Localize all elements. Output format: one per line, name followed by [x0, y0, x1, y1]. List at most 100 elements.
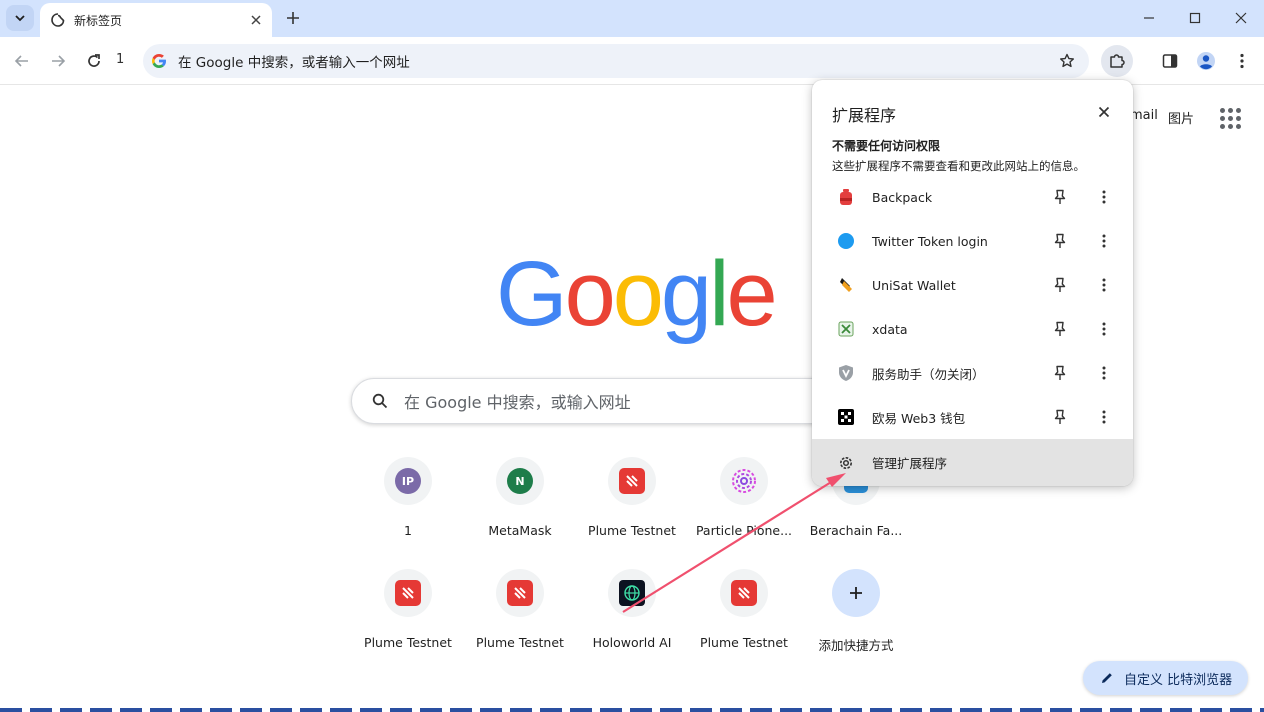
extension-row-service-helper[interactable]: 服务助手（勿关闭）	[812, 351, 1133, 395]
shortcut-tile[interactable]: Plume Testnet	[688, 569, 800, 669]
gmail-link[interactable]: mail	[1130, 108, 1158, 123]
pin-icon[interactable]	[1046, 403, 1074, 431]
more-vert-icon[interactable]	[1090, 315, 1118, 343]
shortcut-icon-bg: IP	[384, 457, 432, 505]
taskbar-strip	[0, 708, 1264, 712]
close-icon[interactable]	[1092, 100, 1116, 124]
tab-close-icon[interactable]	[246, 10, 266, 30]
shortcut-icon-bg	[608, 569, 656, 617]
section-description: 这些扩展程序不需要查看和更改此网站上的信息。	[832, 159, 1085, 173]
extension-row-xdata[interactable]: xdata	[812, 307, 1133, 351]
logo-letter: e	[726, 243, 778, 345]
search-icon	[370, 391, 390, 411]
extension-row-backpack[interactable]: Backpack	[812, 175, 1133, 219]
extension-name: UniSat Wallet	[872, 277, 956, 293]
extensions-button[interactable]	[1101, 45, 1133, 77]
shortcut-tile[interactable]: IP 1	[352, 457, 464, 557]
google-g-icon	[150, 52, 168, 70]
forward-button[interactable]	[44, 47, 72, 75]
google-apps-icon[interactable]	[1218, 106, 1242, 130]
shortcut-icon-bg	[496, 569, 544, 617]
shortcut-label: Holoworld AI	[592, 635, 672, 650]
shortcut-tile[interactable]: Plume Testnet	[576, 457, 688, 557]
particle-icon	[732, 469, 756, 493]
customize-button[interactable]: 自定义 比特浏览器	[1083, 661, 1248, 695]
more-vert-icon[interactable]	[1090, 359, 1118, 387]
active-tab[interactable]: 新标签页	[40, 3, 272, 37]
extension-name: 欧易 Web3 钱包	[872, 410, 966, 426]
shortcut-tile[interactable]: Plume Testnet	[352, 569, 464, 669]
back-button[interactable]	[8, 47, 36, 75]
pin-icon[interactable]	[1046, 359, 1074, 387]
logo-letter: G	[496, 243, 568, 345]
shortcut-tile[interactable]: Holoworld AI	[576, 569, 688, 669]
unisat-icon	[837, 276, 855, 294]
more-vert-icon[interactable]	[1090, 271, 1118, 299]
chevron-down-icon	[15, 15, 25, 22]
more-vert-icon[interactable]	[1090, 183, 1118, 211]
plus-icon	[287, 12, 299, 24]
extension-row-okx-web3-wallet[interactable]: 欧易 Web3 钱包	[812, 395, 1133, 439]
tab-strip: 新标签页	[0, 0, 1264, 37]
profile-avatar[interactable]	[1192, 47, 1220, 75]
shortcut-tile[interactable]: Plume Testnet	[464, 569, 576, 669]
pin-icon[interactable]	[1046, 227, 1074, 255]
profile-number: 1	[116, 52, 125, 67]
menu-button[interactable]	[1228, 47, 1256, 75]
side-panel-button[interactable]	[1156, 47, 1184, 75]
shortcut-tile[interactable]: Particle Pione...	[688, 457, 800, 557]
logo-letter: o	[564, 243, 616, 345]
search-placeholder: 在 Google 中搜索，或输入网址	[404, 393, 631, 412]
ip-icon: IP	[395, 468, 421, 494]
shortcut-label: Plume Testnet	[588, 523, 676, 538]
avatar-icon	[1197, 52, 1215, 70]
extension-name: xdata	[872, 321, 908, 337]
close-icon	[1235, 12, 1247, 24]
new-tab-button[interactable]	[282, 7, 304, 29]
shortcut-label: Particle Pione...	[695, 523, 793, 538]
pin-icon[interactable]	[1046, 271, 1074, 299]
minimize-button[interactable]	[1126, 4, 1172, 32]
tab-search-button[interactable]	[6, 5, 34, 31]
pin-icon[interactable]	[1046, 183, 1074, 211]
pencil-icon	[1099, 670, 1115, 686]
reload-button[interactable]	[80, 47, 108, 75]
close-window-button[interactable]	[1218, 4, 1264, 32]
google-logo: G o o g l e	[496, 240, 778, 345]
maximize-icon	[1189, 12, 1201, 24]
more-vert-icon[interactable]	[1090, 403, 1118, 431]
logo-letter: g	[660, 243, 712, 345]
more-vert-icon[interactable]	[1090, 227, 1118, 255]
customize-label: 自定义 比特浏览器	[1124, 672, 1233, 688]
images-link[interactable]: 图片	[1168, 108, 1194, 127]
tab-title: 新标签页	[74, 13, 123, 28]
reload-icon	[88, 54, 100, 67]
side-panel-icon	[1162, 54, 1178, 68]
extensions-popup: 扩展程序 不需要任何访问权限 这些扩展程序不需要查看和更改此网站上的信息。 Ba…	[812, 80, 1133, 486]
shortcut-label: 1	[404, 523, 412, 538]
browser-favicon-icon	[50, 12, 66, 28]
shortcut-label: Plume Testnet	[364, 635, 452, 650]
pin-icon[interactable]	[1046, 315, 1074, 343]
extension-name: 服务助手（勿关闭）	[872, 366, 985, 382]
arrow-right-icon	[52, 55, 66, 67]
holoworld-icon	[619, 580, 645, 606]
shortcut-tile[interactable]: N MetaMask	[464, 457, 576, 557]
extension-row-twitter-token-login[interactable]: Twitter Token login	[812, 219, 1133, 263]
extension-row-unisat-wallet[interactable]: UniSat Wallet	[812, 263, 1133, 307]
omnibox-placeholder: 在 Google 中搜索，或者输入一个网址	[178, 55, 410, 71]
maximize-button[interactable]	[1172, 4, 1218, 32]
plume-icon	[619, 468, 645, 494]
backpack-icon	[837, 188, 855, 206]
shortcut-icon-bg: N	[496, 457, 544, 505]
omnibox[interactable]: 在 Google 中搜索，或者输入一个网址	[143, 44, 1089, 78]
gear-icon	[836, 453, 856, 473]
xdata-icon	[837, 320, 855, 338]
extension-name: Twitter Token login	[872, 233, 988, 249]
popup-title: 扩展程序	[832, 106, 897, 125]
shortcut-label: 添加快捷方式	[818, 638, 894, 653]
bookmark-star-icon[interactable]	[1053, 47, 1081, 75]
manage-extensions-button[interactable]: 管理扩展程序	[812, 439, 1133, 486]
arrow-left-icon	[14, 55, 28, 67]
add-shortcut-button[interactable]: 添加快捷方式	[800, 569, 912, 669]
